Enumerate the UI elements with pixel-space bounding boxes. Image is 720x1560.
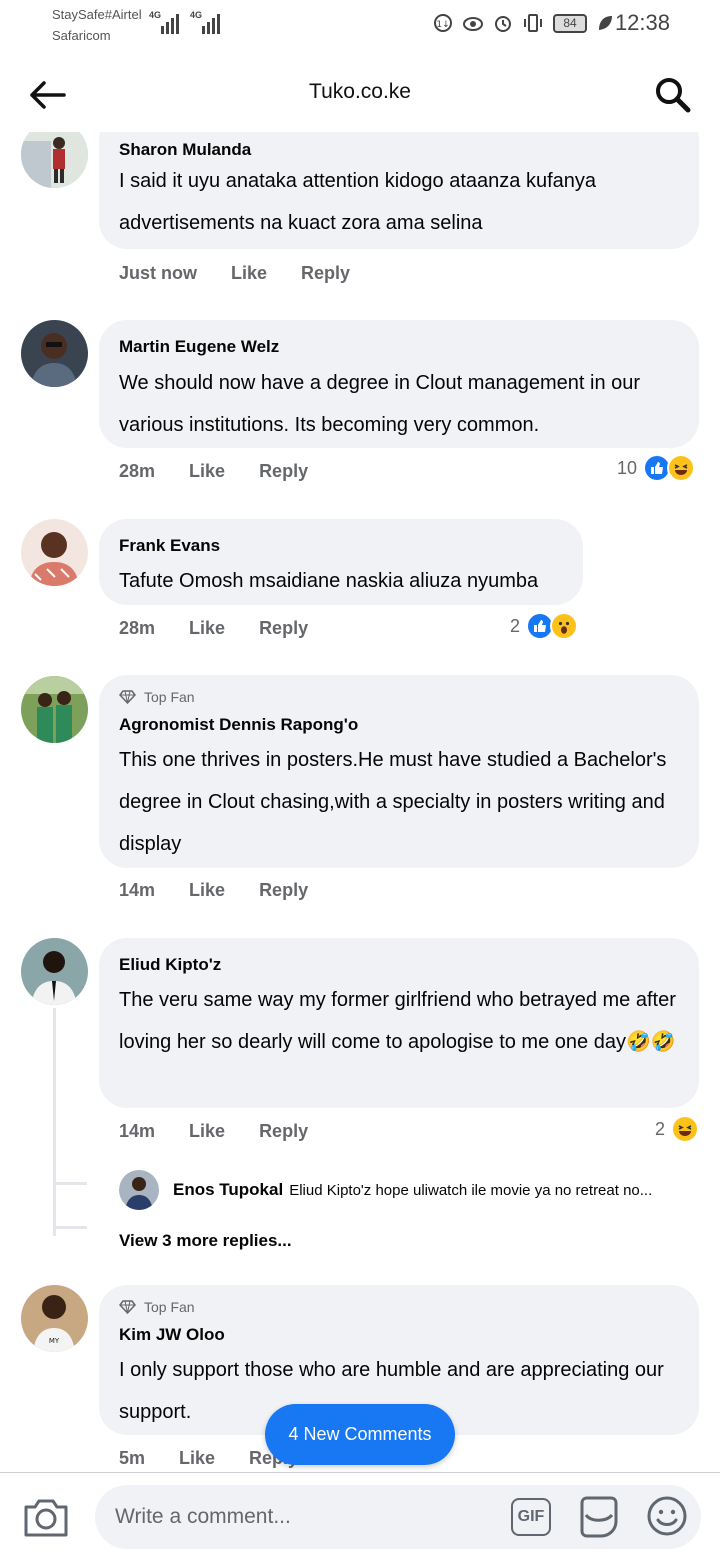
avatar[interactable] (21, 320, 88, 387)
avatar[interactable]: MY (21, 1285, 88, 1352)
thread-branch-line (53, 1226, 87, 1229)
reply-author[interactable]: Enos Tupokal (173, 1180, 283, 1199)
status-bar: StaySafe#Airtel Safaricom 4G 4G 1↓ 84 12… (0, 0, 720, 56)
comment-text: This one thrives in posters.He must have… (119, 749, 667, 855)
like-button[interactable]: Like (189, 1121, 225, 1142)
comment-actions: Just now Like Reply (119, 263, 350, 284)
reaction-summary[interactable]: 2 (510, 612, 579, 640)
comment-actions: 14m Like Reply (119, 1121, 308, 1142)
comment-actions: 14m Like Reply (119, 880, 308, 901)
commenter-name[interactable]: Sharon Mulanda (119, 140, 251, 160)
comment-time: 14m (119, 880, 156, 900)
commenter-name[interactable]: Agronomist Dennis Rapong'o (119, 715, 358, 735)
signal-icon-1: 4G (149, 10, 179, 34)
comment-bubble[interactable]: Eliud Kipto'z The veru same way my forme… (99, 938, 699, 1108)
avatar[interactable] (21, 938, 88, 1005)
avatar[interactable] (21, 519, 88, 586)
reaction-count: 2 (510, 615, 521, 636)
comment-time: Just now (119, 263, 198, 283)
comment-bubble[interactable]: Martin Eugene Welz We should now have a … (99, 320, 699, 448)
like-button[interactable]: Like (231, 263, 267, 284)
carrier-name-1: StaySafe#Airtel (52, 7, 142, 22)
avatar[interactable] (21, 676, 88, 743)
comment-list: Sharon Mulanda I said it uyu anataka att… (0, 132, 720, 1472)
wow-reaction-icon (550, 612, 579, 640)
haha-reaction-icon (671, 1115, 700, 1143)
view-more-replies-link[interactable]: View 3 more replies... (119, 1231, 292, 1251)
diamond-icon (119, 690, 136, 704)
reaction-summary[interactable]: 10 (617, 454, 696, 482)
sticker-icon[interactable] (578, 1495, 620, 1539)
alarm-icon (492, 12, 514, 34)
carrier-name-2: Safaricom (52, 28, 111, 43)
comment-time: 28m (119, 618, 156, 638)
page-title: Tuko.co.ke (309, 80, 411, 103)
comment-bubble[interactable]: Top Fan Agronomist Dennis Rapong'o This … (99, 675, 699, 868)
emoji-icon[interactable] (646, 1495, 688, 1539)
comment-text: The veru same way my former girlfriend w… (119, 989, 676, 1053)
like-button[interactable]: Like (189, 461, 225, 482)
eye-comfort-icon (462, 12, 484, 34)
battery-saver-leaf-icon (594, 12, 616, 34)
reply-button[interactable]: Reply (259, 1121, 308, 1142)
like-button[interactable]: Like (189, 880, 225, 901)
battery-icon: 84 (553, 14, 587, 33)
top-fan-badge: Top Fan (119, 1299, 195, 1315)
comment-text: I said it uyu anataka attention kidogo a… (119, 170, 597, 234)
like-button[interactable]: Like (189, 618, 225, 639)
vibrate-icon (522, 12, 544, 34)
comment-actions: 28m Like Reply (119, 461, 308, 482)
reply-button[interactable]: Reply (301, 263, 350, 284)
svg-text:MY: MY (49, 1337, 60, 1345)
top-fan-badge: Top Fan (119, 689, 195, 705)
reply-preview[interactable]: Enos Tupokal Eliud Kipto'z hope uliwatch … (119, 1170, 709, 1210)
top-app-bar: Tuko.co.ke (0, 56, 720, 132)
avatar[interactable] (119, 1170, 159, 1210)
thread-branch-line (53, 1182, 87, 1185)
comment-bubble[interactable]: Frank Evans Tafute Omosh msaidiane naski… (99, 519, 583, 605)
comment-text: Tafute Omosh msaidiane naskia aliuza nyu… (119, 570, 539, 592)
camera-icon[interactable] (22, 1495, 70, 1539)
data-saver-icon: 1↓ (432, 12, 454, 34)
comment-text: We should now have a degree in Clout man… (119, 372, 641, 436)
reply-thread-line (53, 1008, 56, 1236)
reaction-summary[interactable]: 2 (655, 1115, 700, 1143)
comment-time: 28m (119, 461, 156, 481)
comment-composer: GIF (0, 1472, 720, 1560)
new-comments-button[interactable]: 4 New Comments (265, 1404, 455, 1465)
svg-text:1↓: 1↓ (436, 20, 449, 30)
comment-bubble[interactable]: Sharon Mulanda I said it uyu anataka att… (99, 132, 699, 249)
gif-button[interactable]: GIF (511, 1498, 551, 1536)
rofl-emoji: 🤣🤣 (625, 1031, 676, 1053)
status-time: 12:38 (614, 10, 670, 35)
commenter-name[interactable]: Eliud Kipto'z (119, 955, 221, 975)
comment-time: 14m (119, 1121, 156, 1141)
commenter-name[interactable]: Frank Evans (119, 536, 220, 556)
reply-button[interactable]: Reply (259, 461, 308, 482)
signal-icon-2: 4G (190, 10, 220, 34)
commenter-name[interactable]: Martin Eugene Welz (119, 337, 279, 357)
reaction-count: 10 (617, 457, 638, 478)
comment-time: 5m (119, 1448, 146, 1468)
diamond-icon (119, 1300, 136, 1314)
reaction-count: 2 (655, 1118, 666, 1139)
reply-button[interactable]: Reply (259, 880, 308, 901)
search-icon[interactable] (650, 72, 696, 118)
haha-reaction-icon (667, 454, 696, 482)
like-button[interactable]: Like (179, 1448, 215, 1469)
reply-text: Enos Tupokal Eliud Kipto'z hope uliwatch … (173, 1180, 653, 1199)
comment-actions: 28m Like Reply (119, 618, 308, 639)
reply-button[interactable]: Reply (259, 618, 308, 639)
avatar[interactable] (21, 132, 88, 188)
commenter-name[interactable]: Kim JW Oloo (119, 1325, 225, 1345)
